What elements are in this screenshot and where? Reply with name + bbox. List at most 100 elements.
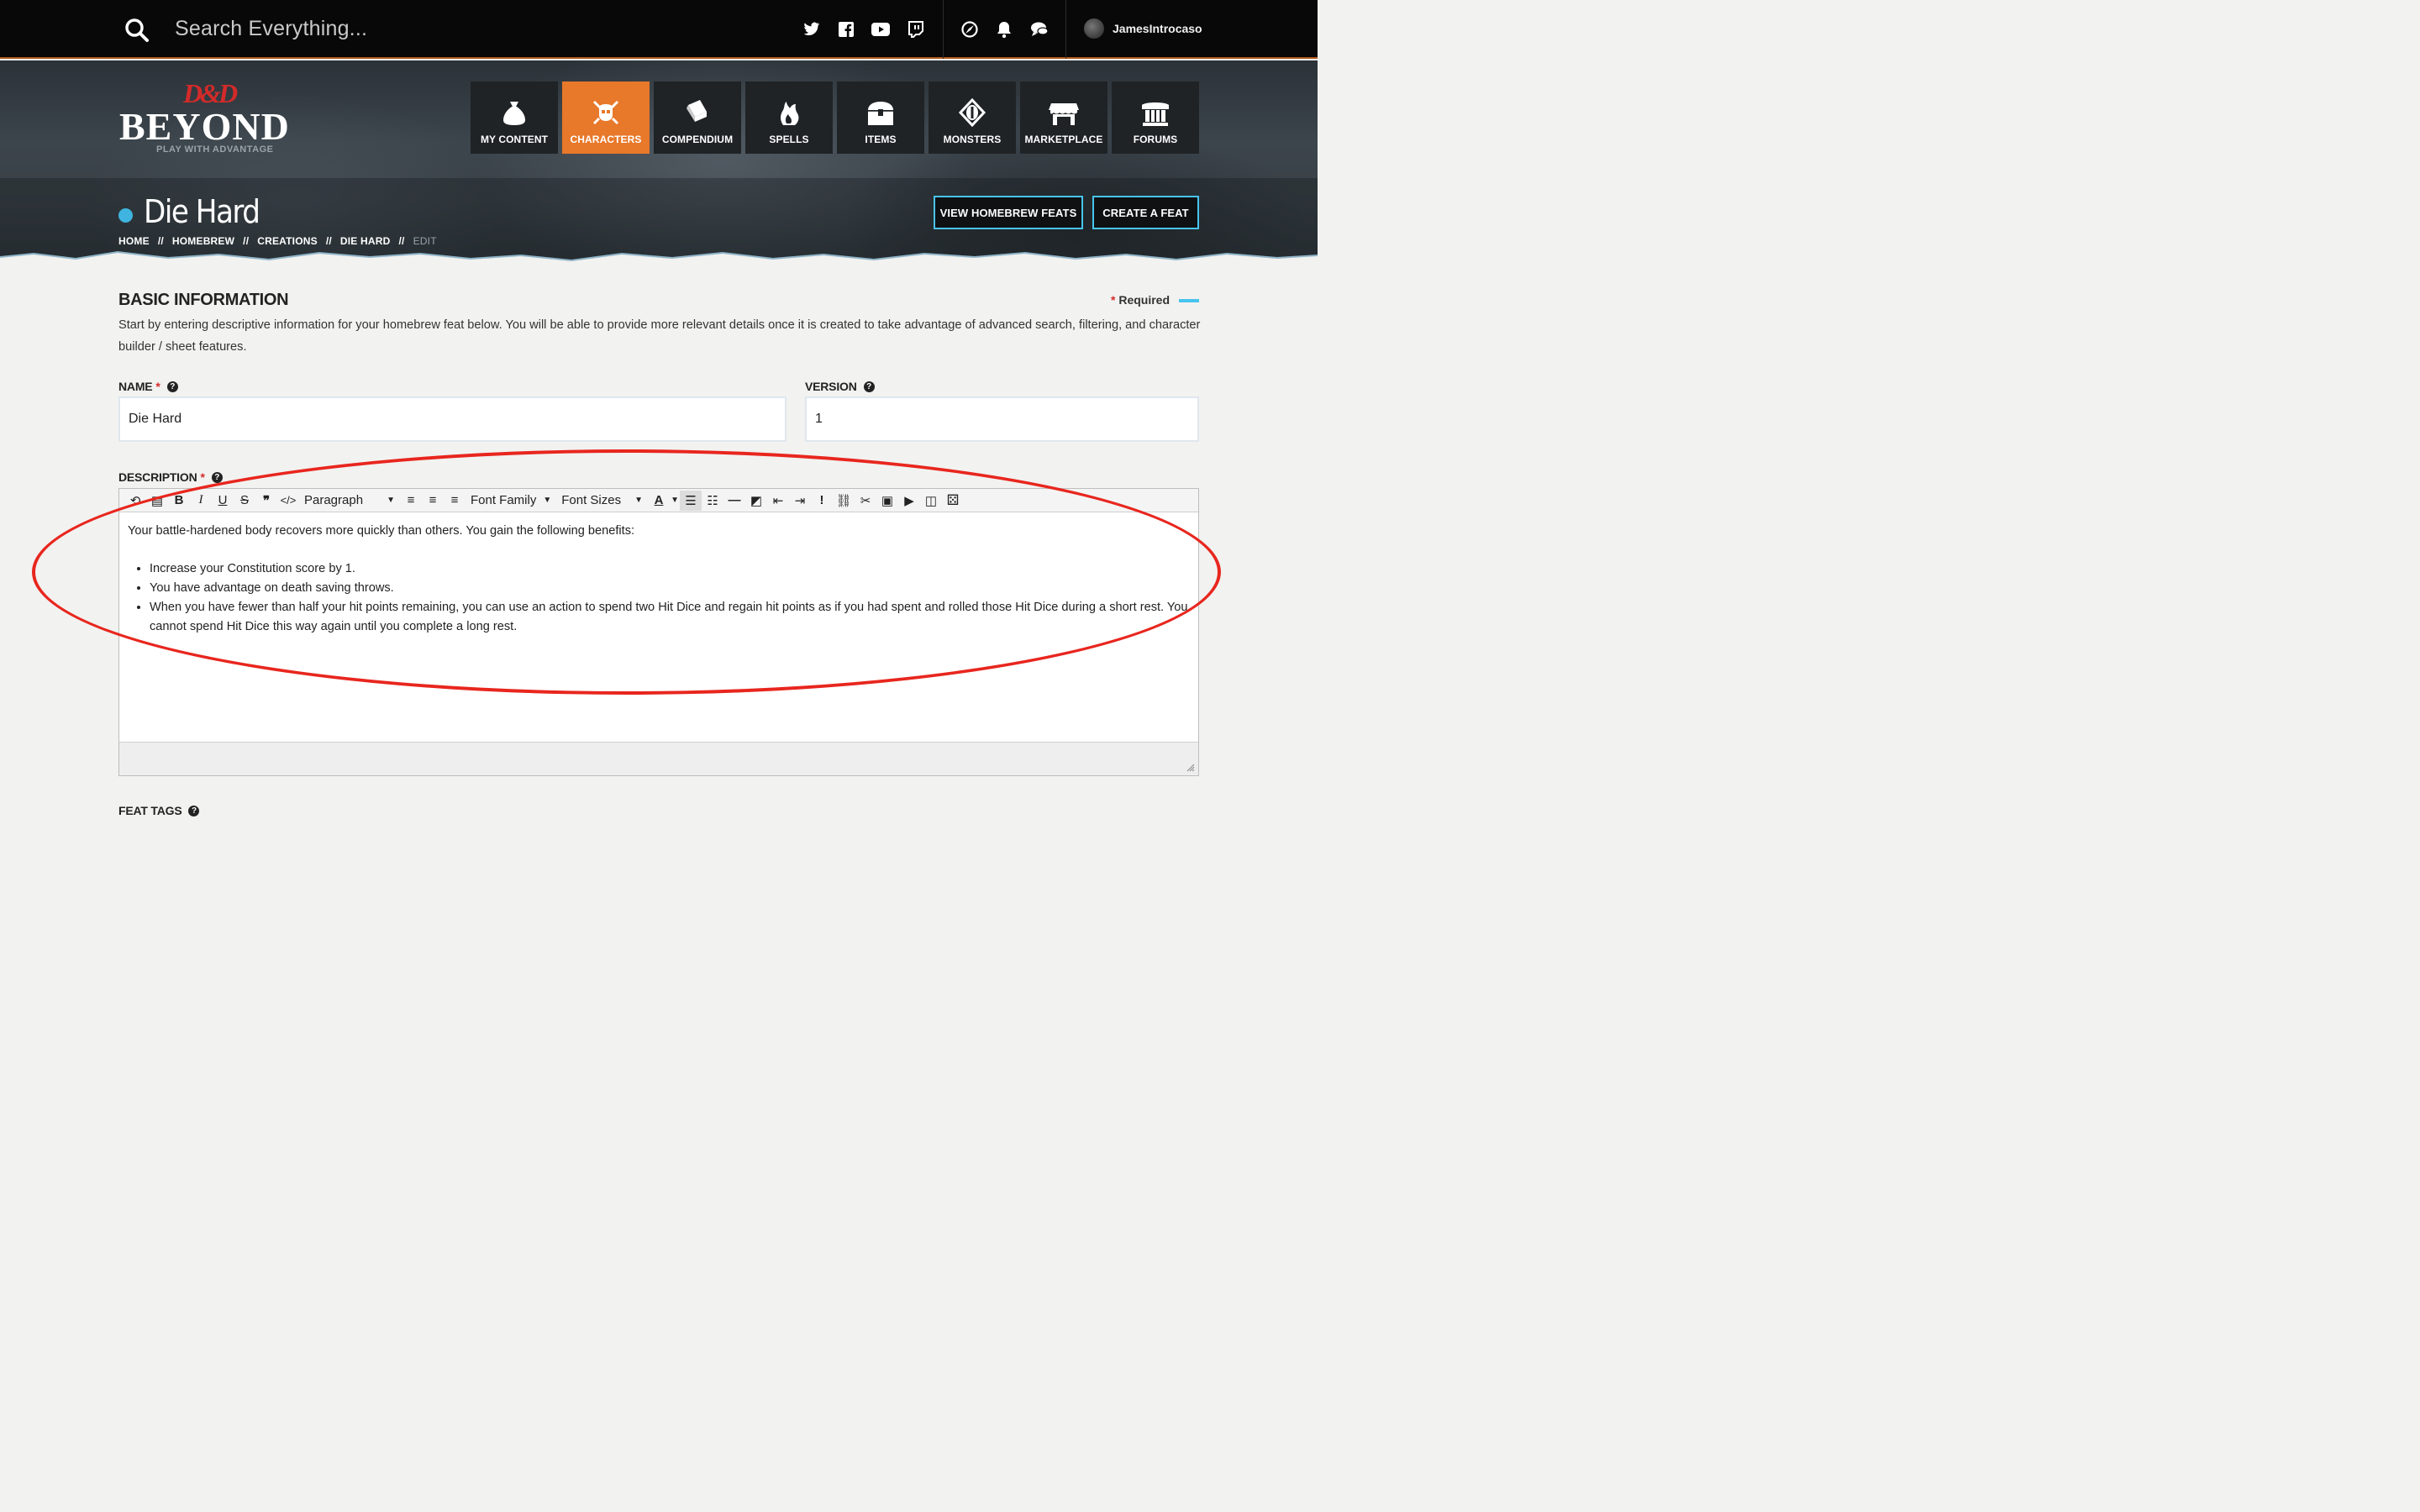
breadcrumb-separator: // <box>398 235 405 247</box>
nav-items[interactable]: ITEMS <box>837 81 924 154</box>
breadcrumb: HOME // HOMEBREW // CREATIONS // DIE HAR… <box>118 235 437 247</box>
search-input[interactable]: Search Everything... <box>175 17 367 41</box>
image-icon[interactable]: ▣ <box>876 491 898 511</box>
breadcrumb-edit: EDIT <box>413 235 437 247</box>
top-bar: Search Everything... JamesIntrocaso <box>0 0 1318 59</box>
youtube-icon[interactable] <box>871 19 891 39</box>
breadcrumb-separator: // <box>325 235 332 247</box>
nav-label: ITEMS <box>865 134 897 145</box>
breadcrumb-separator: // <box>157 235 164 247</box>
blockquote-icon[interactable]: ❞ <box>255 491 277 511</box>
nav-my-content[interactable]: MY CONTENT <box>471 81 558 154</box>
version-field[interactable]: 1 <box>805 396 1199 442</box>
horizontal-rule-icon[interactable]: — <box>723 491 745 511</box>
outdent-icon[interactable]: ⇤ <box>767 491 789 511</box>
format-select[interactable]: Paragraph ▼ <box>299 491 400 511</box>
bullet-list-icon[interactable]: ☰ <box>680 490 702 511</box>
undo-icon[interactable]: ⟲ <box>124 491 146 511</box>
description-editor[interactable]: ⟲ ▤ B I U S ❞ </> Paragraph ▼ ≡ ≡ ≡ Font … <box>118 488 1199 776</box>
compass-icon[interactable] <box>960 19 980 39</box>
benefits-list: Increase your Constitution score by 1. Y… <box>150 559 1190 637</box>
version-label: VERSION ? <box>805 380 875 393</box>
eye-icon <box>958 98 986 127</box>
italic-icon[interactable]: I <box>190 491 212 511</box>
avatar[interactable] <box>1084 18 1104 39</box>
help-icon[interactable]: ? <box>211 471 223 483</box>
alert-icon[interactable]: ! <box>811 491 833 511</box>
align-right-icon[interactable]: ≡ <box>444 491 466 511</box>
chevron-down-icon[interactable]: ▼ <box>670 491 680 511</box>
feat-tags-label: FEAT TAGS ? <box>118 804 200 817</box>
list-item: Increase your Constitution score by 1. <box>150 559 1190 579</box>
nav-marketplace[interactable]: MARKETPLACE <box>1020 81 1107 154</box>
nav-label: MY CONTENT <box>480 134 549 145</box>
column-icon <box>1142 102 1169 126</box>
bell-icon[interactable] <box>994 19 1014 39</box>
logo-tagline: PLAY WITH ADVANTAGE <box>156 144 274 155</box>
create-feat-button[interactable]: CREATE A FEAT <box>1092 196 1199 229</box>
torn-paper-edge <box>0 250 1318 269</box>
eraser-icon[interactable]: ◩ <box>745 491 767 511</box>
help-icon[interactable]: ? <box>188 805 200 816</box>
user-name[interactable]: JamesIntrocaso <box>1113 22 1202 35</box>
link-icon[interactable]: ⛓ <box>833 491 855 511</box>
align-left-icon[interactable]: ≡ <box>400 491 422 511</box>
bold-icon[interactable]: B <box>168 491 190 511</box>
strikethrough-icon[interactable]: S <box>234 491 255 511</box>
help-icon[interactable]: ? <box>863 381 875 392</box>
section-intro: Start by entering descriptive informatio… <box>118 318 1201 354</box>
list-item: When you have fewer than half your hit p… <box>150 598 1190 637</box>
name-field[interactable]: Die Hard <box>118 396 786 442</box>
view-homebrew-feats-button[interactable]: VIEW HOMEBREW FEATS <box>934 196 1083 229</box>
nav-compendium[interactable]: COMPENDIUM <box>654 81 741 154</box>
unlink-icon[interactable]: ✂ <box>855 491 876 511</box>
underline-icon[interactable]: U <box>212 491 234 511</box>
help-icon[interactable]: ? <box>166 381 178 392</box>
paste-icon[interactable]: ▤ <box>146 491 168 511</box>
required-indicator <box>1179 299 1199 302</box>
breadcrumb-home[interactable]: HOME <box>118 235 150 247</box>
nav-label: COMPENDIUM <box>661 134 734 145</box>
align-center-icon[interactable]: ≡ <box>422 491 444 511</box>
shop-icon <box>1049 103 1079 125</box>
section-title: BASIC INFORMATION <box>118 291 289 309</box>
twitter-icon[interactable] <box>802 19 822 39</box>
nav-label: CHARACTERS <box>570 134 642 145</box>
breadcrumb-creations[interactable]: CREATIONS <box>257 235 318 247</box>
source-code-icon[interactable]: ◫ <box>920 491 942 511</box>
chat-icon[interactable] <box>1029 19 1050 39</box>
description-label: DESCRIPTION * ? <box>118 470 223 484</box>
font-family-select[interactable]: Font Family ▼ <box>466 491 556 511</box>
indent-icon[interactable]: ⇥ <box>789 491 811 511</box>
facebook-icon[interactable] <box>836 19 856 39</box>
breadcrumb-separator: // <box>243 235 250 247</box>
editor-content[interactable]: Your battle-hardened body recovers more … <box>119 513 1198 743</box>
font-size-select[interactable]: Font Sizes ▼ <box>556 491 648 511</box>
nav-characters[interactable]: CHARACTERS <box>562 81 650 154</box>
nav-label: FORUMS <box>1133 134 1178 145</box>
logo-beyond[interactable]: BEYOND <box>119 104 290 149</box>
chest-icon <box>868 102 893 125</box>
nav-monsters[interactable]: MONSTERS <box>929 81 1016 154</box>
flame-hand-icon <box>781 102 799 125</box>
breadcrumb-die-hard[interactable]: DIE HARD <box>340 235 391 247</box>
dice-icon[interactable]: ⚄ <box>942 491 964 511</box>
list-item: You have advantage on death saving throw… <box>150 579 1190 598</box>
nav-spells[interactable]: SPELLS <box>745 81 833 154</box>
helmet-icon <box>592 100 619 125</box>
text-color-icon[interactable]: A <box>648 491 670 511</box>
nav-forums[interactable]: FORUMS <box>1112 81 1199 154</box>
breadcrumb-homebrew[interactable]: HOMEBREW <box>172 235 234 247</box>
editor-statusbar <box>119 742 1198 775</box>
twitch-icon[interactable] <box>906 19 926 39</box>
book-icon <box>687 100 707 122</box>
divider <box>943 0 944 59</box>
video-icon[interactable]: ▶ <box>898 491 920 511</box>
bag-icon <box>503 102 525 125</box>
nav-label: MARKETPLACE <box>1024 134 1103 145</box>
resize-handle-icon[interactable] <box>1186 764 1195 772</box>
numbered-list-icon[interactable]: ☷ <box>702 491 723 511</box>
code-icon[interactable]: </> <box>277 491 299 511</box>
homebrew-icon <box>118 208 133 223</box>
search-icon[interactable] <box>124 18 150 43</box>
